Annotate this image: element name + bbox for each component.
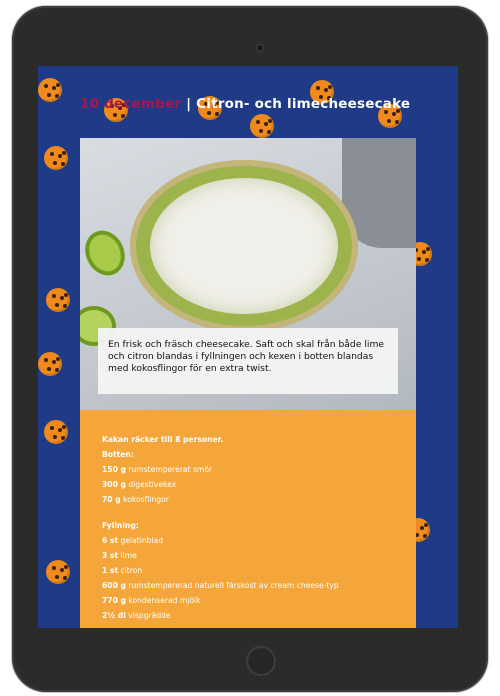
cookie-icon: [44, 146, 68, 170]
ingredient-item: 150 g rumstempererat smör: [102, 465, 213, 474]
title-recipe-name: Citron- och limecheesecake: [196, 96, 411, 112]
ingredient-item: 600 g rumstempererad naturell färskost a…: [102, 581, 339, 590]
cookie-icon: [44, 420, 68, 444]
cookie-icon: [46, 288, 70, 312]
title-separator: |: [186, 96, 192, 112]
ingredient-item: 300 g digestivekex: [102, 480, 177, 489]
title-date: 10 december: [80, 96, 182, 112]
home-button[interactable]: [246, 646, 276, 676]
ingredient-item: 1 st citron: [102, 566, 143, 575]
ingredient-item: 3 st lime: [102, 551, 137, 560]
cookie-icon: [38, 352, 62, 376]
cookie-icon: [38, 78, 62, 102]
cheesecake-topping-image: [150, 178, 338, 314]
cookie-icon: [250, 114, 274, 138]
page-title: 10 december | Citron- och limecheesecake: [80, 96, 450, 112]
front-camera: [256, 44, 264, 52]
ingredient-item: 70 g kokosflingor: [102, 495, 169, 504]
ingredient-item: 2½ dl vispgrädde: [102, 611, 171, 620]
bottom-heading: Botten:: [102, 450, 134, 459]
ingredient-item: 770 g kondenserad mjölk: [102, 596, 201, 605]
cheesecake-photo: En frisk och fräsch cheesecake. Saft och…: [80, 138, 416, 410]
recipe-card: Kakan räcker till 8 personer. Botten: 15…: [80, 410, 416, 628]
filling-heading: Fyllning:: [102, 521, 139, 530]
cookie-icon: [46, 560, 70, 584]
photo-caption: En frisk och fräsch cheesecake. Saft och…: [98, 328, 398, 394]
screen: 10 december | Citron- och limecheesecake…: [38, 66, 458, 628]
servings-text: Kakan räcker till 8 personer.: [102, 435, 224, 444]
ingredient-item: 6 st gelatinblad: [102, 536, 164, 545]
